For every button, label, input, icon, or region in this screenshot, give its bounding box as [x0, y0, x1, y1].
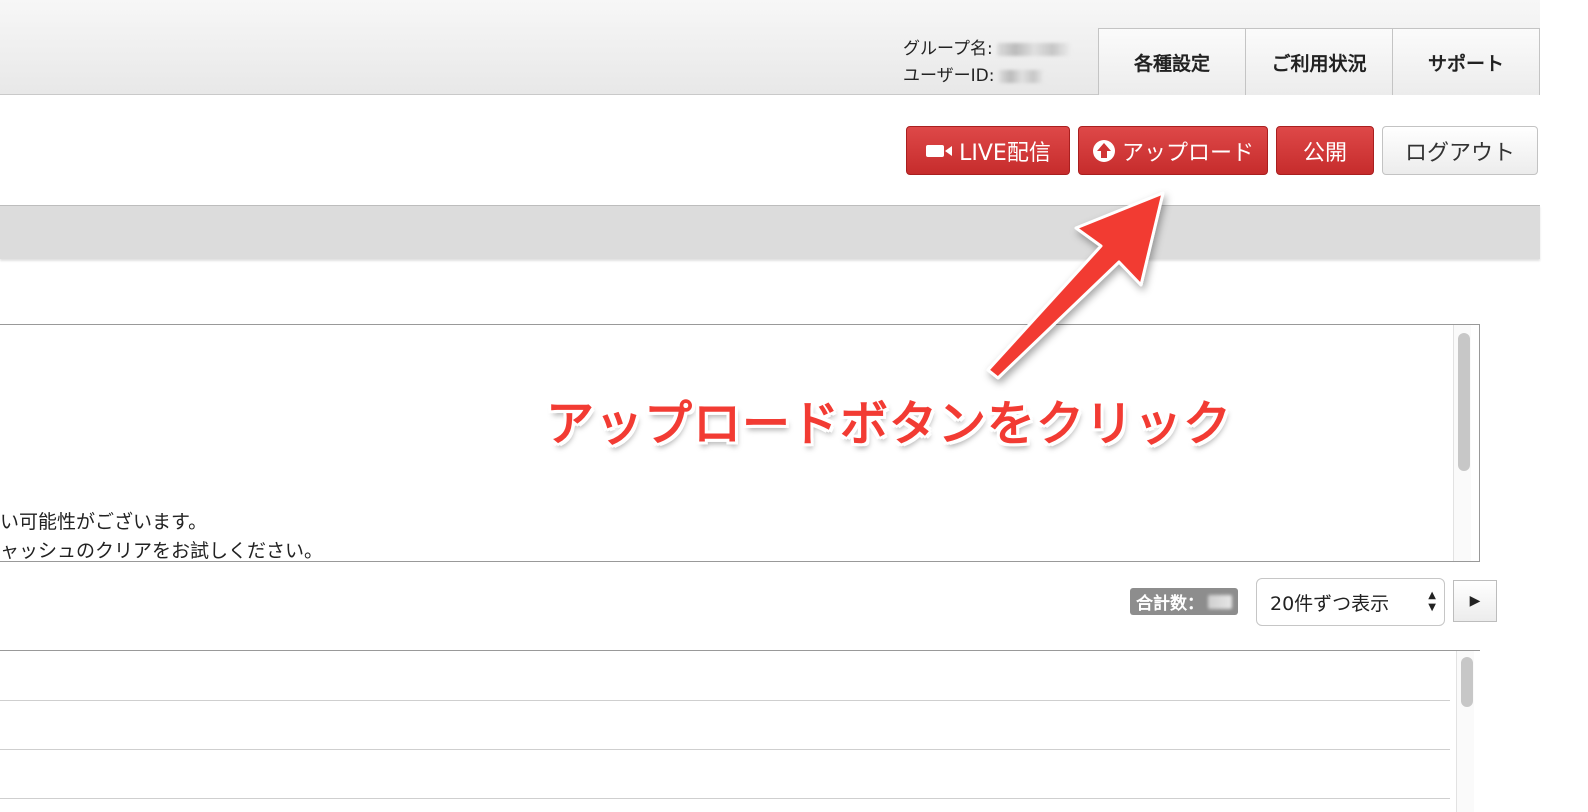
total-count-badge: 合計数： [1130, 588, 1238, 615]
annotation-callout: アップロードボタンをクリック [546, 396, 1233, 452]
upload-button[interactable]: アップロード [1078, 126, 1268, 175]
video-camera-icon [926, 144, 953, 157]
list-row-divider [0, 749, 1450, 750]
play-triangle-icon: ▶ [1469, 593, 1481, 609]
list-row-divider [0, 798, 1450, 799]
total-count-value-redacted [1208, 594, 1232, 609]
group-name-row: グループ名: [903, 36, 1071, 63]
user-id-value-redacted [998, 70, 1045, 83]
publish-button-label: 公開 [1302, 140, 1347, 166]
next-page-button[interactable]: ▶ [1453, 580, 1497, 622]
header-nav: 各種設定 ご利用状況 サポート [1098, 28, 1540, 95]
live-button-label: LIVE配信 [959, 140, 1051, 166]
select-updown-icon: ▲ ▼ [1428, 590, 1436, 613]
settings-button[interactable]: 各種設定 [1098, 28, 1245, 95]
total-count-label: 合計数： [1136, 594, 1204, 614]
list-row-divider [0, 700, 1450, 701]
notice-scrollbar[interactable] [1453, 325, 1471, 561]
logout-button-label: ログアウト [1404, 140, 1515, 166]
user-id-label: ユーザーID: [903, 66, 995, 86]
notice-line-1: い可能性がございます。 [0, 511, 208, 533]
list-scrollbar[interactable] [1456, 651, 1474, 812]
per-page-select[interactable]: 20件ずつ表示 ▲ ▼ [1256, 578, 1445, 626]
support-button[interactable]: サポート [1392, 28, 1540, 95]
section-toolbar-band [0, 205, 1540, 259]
usage-button[interactable]: ご利用状況 [1245, 28, 1392, 95]
upload-button-label: アップロード [1121, 140, 1254, 166]
content-list [0, 650, 1480, 812]
group-name-value-redacted [996, 43, 1071, 56]
per-page-value: 20件ずつ表示 [1270, 592, 1390, 615]
group-name-label: グループ名: [903, 39, 993, 59]
top-header: グループ名: ユーザーID: 各種設定 ご利用状況 サポート [0, 0, 1540, 95]
publish-button[interactable]: 公開 [1276, 126, 1374, 175]
live-button[interactable]: LIVE配信 [906, 126, 1070, 175]
upload-arrow-icon [1092, 139, 1115, 162]
notice-line-2: ャッシュのクリアをお試しください。 [0, 540, 324, 562]
user-id-row: ユーザーID: [903, 63, 1071, 90]
list-scrollbar-thumb[interactable] [1461, 657, 1473, 707]
notice-scrollbar-thumb[interactable] [1458, 333, 1470, 471]
logout-button[interactable]: ログアウト [1382, 126, 1538, 175]
account-info: グループ名: ユーザーID: [903, 36, 1071, 90]
